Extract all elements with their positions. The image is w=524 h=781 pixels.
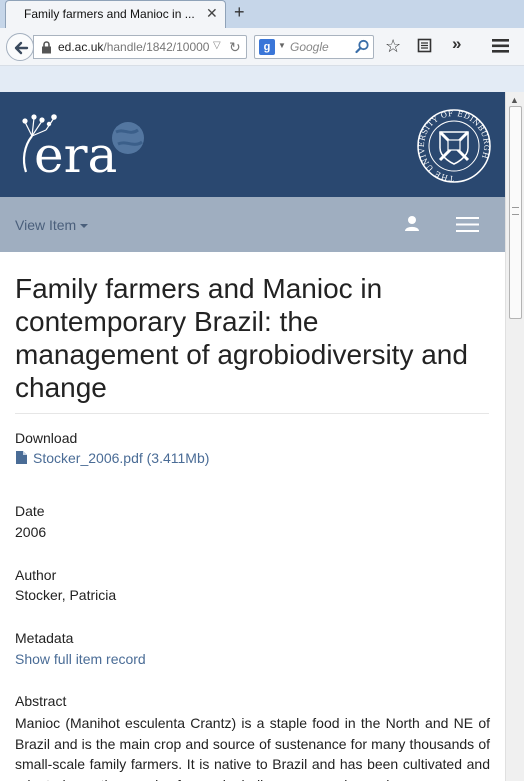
url-dropdown-icon[interactable]: ▽ bbox=[213, 40, 221, 51]
menu-icon[interactable] bbox=[492, 39, 509, 53]
abstract-text: Manioc (Manihot esculenta Crantz) is a s… bbox=[15, 715, 490, 781]
reload-icon[interactable]: ↻ bbox=[229, 39, 241, 56]
era-logo[interactable]: era bbox=[16, 110, 151, 182]
search-engine-icon[interactable]: g bbox=[259, 39, 275, 55]
url-text: ed.ac.uk/handle/1842/10000 bbox=[58, 40, 209, 54]
tab-title: Family farmers and Manioc in ... bbox=[24, 7, 195, 21]
scrollbar-thumb[interactable] bbox=[509, 106, 522, 319]
search-engine-dropdown-icon[interactable]: ▼ bbox=[278, 41, 286, 50]
lock-icon bbox=[42, 41, 51, 54]
bookmarks-strip bbox=[0, 66, 524, 92]
browser-tab[interactable]: Family farmers and Manioc in ... ✕ bbox=[5, 0, 226, 28]
url-bar[interactable]: ed.ac.uk/handle/1842/10000 ▽ ↻ bbox=[33, 35, 247, 59]
close-icon[interactable]: ✕ bbox=[206, 5, 218, 22]
file-icon bbox=[16, 451, 27, 464]
reader-icon[interactable] bbox=[417, 38, 432, 53]
caret-down-icon bbox=[80, 224, 89, 229]
file-download-link[interactable]: Stocker_2006.pdf (3.411Mb) bbox=[33, 450, 209, 466]
view-item-dropdown[interactable]: View Item bbox=[15, 217, 89, 233]
hamburger-menu-icon[interactable] bbox=[456, 217, 479, 232]
search-bar[interactable]: g ▼ Google bbox=[254, 35, 374, 59]
author-value: Stocker, Patricia bbox=[15, 587, 117, 603]
search-placeholder: Google bbox=[290, 40, 329, 54]
era-logo-text: era bbox=[34, 126, 117, 182]
url-domain: ed.ac.uk bbox=[58, 40, 104, 54]
user-icon[interactable] bbox=[404, 215, 420, 231]
download-label: Download bbox=[15, 430, 78, 446]
search-icon[interactable] bbox=[355, 39, 370, 54]
new-tab-icon[interactable]: + bbox=[234, 2, 245, 23]
bookmark-star-icon[interactable]: ☆ bbox=[385, 36, 401, 57]
title-divider bbox=[15, 413, 489, 414]
abstract-label: Abstract bbox=[15, 693, 67, 709]
page-title: Family farmers and Manioc in contemporar… bbox=[15, 273, 468, 403]
page-scrollbar[interactable]: ▲ bbox=[505, 92, 524, 781]
date-label: Date bbox=[15, 503, 45, 519]
view-item-label: View Item bbox=[15, 217, 77, 233]
full-record-link[interactable]: Show full item record bbox=[15, 651, 146, 667]
scroll-up-icon[interactable]: ▲ bbox=[510, 95, 519, 105]
back-button[interactable] bbox=[6, 33, 34, 61]
back-icon bbox=[14, 41, 29, 55]
url-path: /handle/1842/10000 bbox=[103, 40, 210, 54]
overflow-icon[interactable]: » bbox=[452, 34, 461, 54]
tab-strip: Family farmers and Manioc in ... ✕ + bbox=[0, 0, 524, 28]
browser-toolbar: ed.ac.uk/handle/1842/10000 ▽ ↻ g ▼ Googl… bbox=[0, 28, 524, 66]
metadata-label: Metadata bbox=[15, 630, 74, 646]
university-crest-logo[interactable]: THE UNIVERSITY OF EDINBURGH bbox=[416, 108, 492, 184]
scroll-grip-icon bbox=[512, 207, 519, 215]
site-header: era THE UNIVERSITY OF EDINBURGH bbox=[0, 92, 505, 197]
trail-bar: View Item bbox=[0, 197, 505, 252]
author-label: Author bbox=[15, 567, 57, 583]
web-page: era THE UNIVERSITY OF EDINBURGH View Ite… bbox=[0, 92, 505, 781]
date-value: 2006 bbox=[15, 524, 47, 540]
